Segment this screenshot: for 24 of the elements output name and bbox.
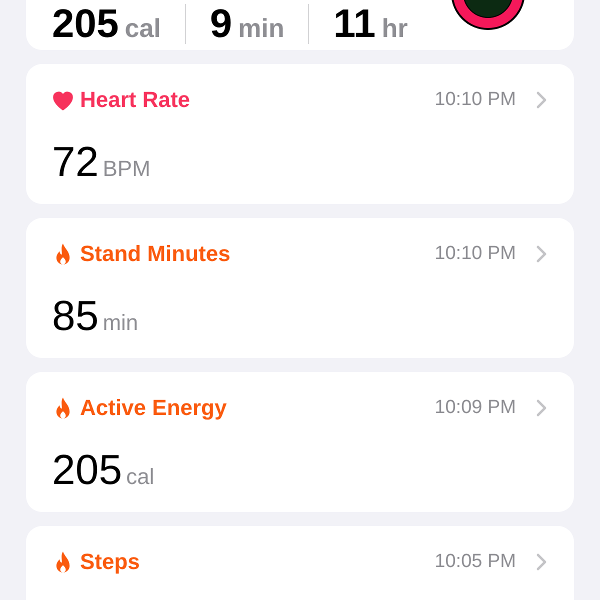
metric-unit: cal — [124, 15, 161, 41]
chevron-right-icon[interactable] — [536, 399, 548, 418]
chevron-right-icon[interactable] — [536, 91, 548, 110]
timestamp: 10:09 PM — [434, 396, 516, 420]
chevron-right-icon[interactable] — [536, 245, 548, 264]
timestamp: 10:10 PM — [434, 242, 516, 266]
timestamp: 10:05 PM — [434, 550, 516, 574]
metric-value: 11 — [333, 4, 376, 44]
metric-value: 205 — [52, 448, 122, 490]
metric-unit: cal — [126, 462, 154, 490]
metric-value: 72 — [52, 140, 99, 182]
metric-value: 85 — [52, 294, 99, 336]
card-title: Heart Rate — [80, 87, 190, 114]
metric-value: 205 — [52, 4, 119, 44]
card-title: Active Energy — [80, 395, 227, 422]
chevron-right-icon[interactable] — [536, 553, 548, 572]
card-title: Stand Minutes — [80, 241, 230, 268]
metric-unit: min — [238, 15, 284, 41]
metric-unit: BPM — [102, 154, 150, 182]
metric-value: 9 — [210, 4, 232, 44]
card-title: Steps — [80, 549, 140, 576]
metric-unit: min — [102, 308, 138, 336]
metric-unit: hr — [382, 15, 408, 41]
timestamp: 10:10 PM — [434, 88, 516, 112]
